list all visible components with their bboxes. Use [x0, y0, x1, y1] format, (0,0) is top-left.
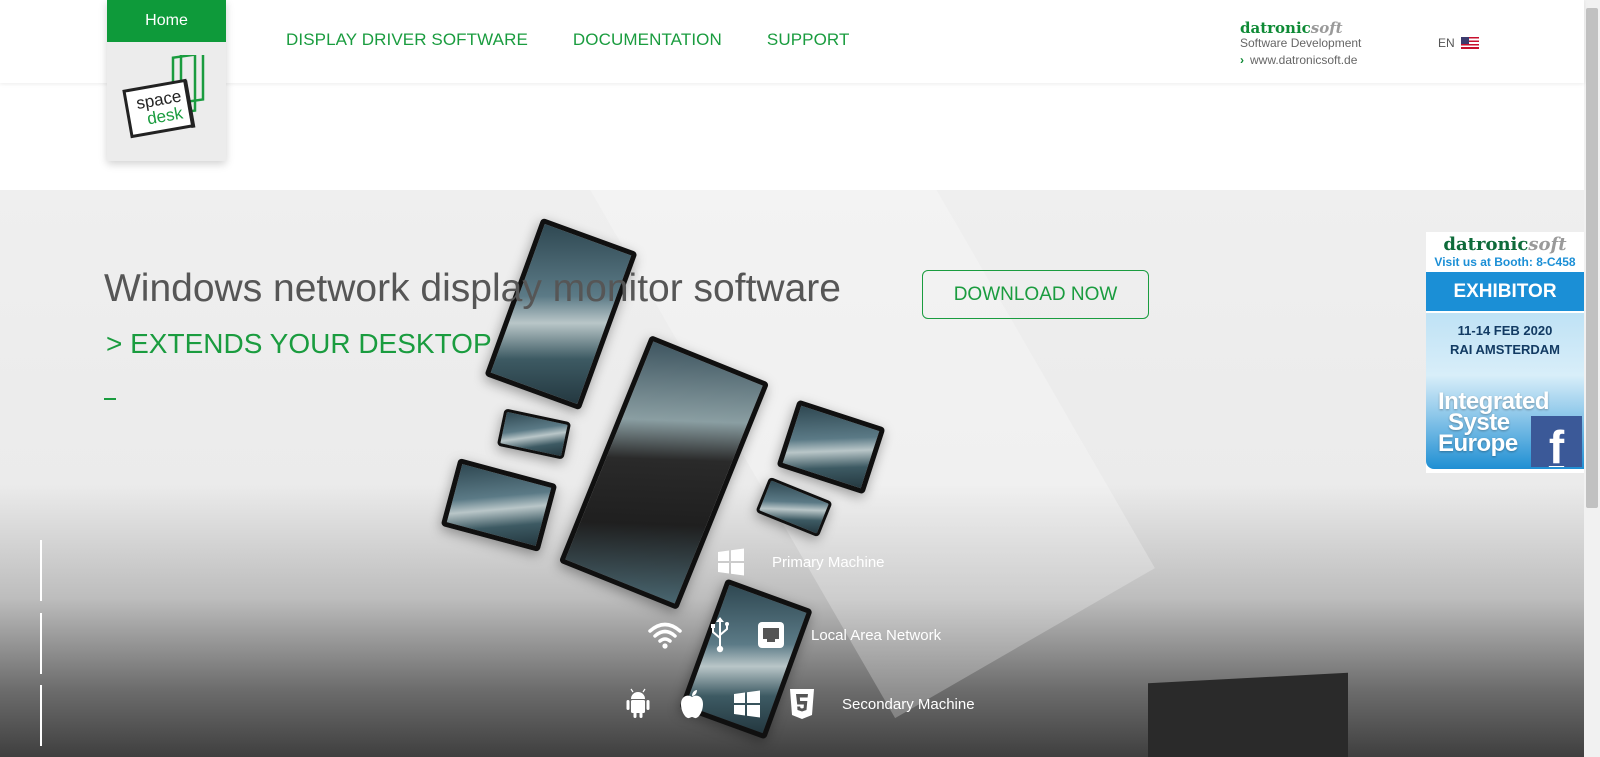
- ad-brand-logo: datronicsoft: [1426, 232, 1584, 255]
- logo-panel: Home space desk: [107, 0, 226, 161]
- slide-indicator-3[interactable]: [40, 685, 42, 746]
- nav-display-driver-software[interactable]: DISPLAY DRIVER SOFTWARE: [286, 30, 528, 50]
- main-nav: DISPLAY DRIVER SOFTWARE DOCUMENTATION SU…: [286, 30, 849, 50]
- wifi-icon: [647, 620, 683, 650]
- spacedesk-logo-icon: space desk: [122, 44, 205, 139]
- primary-machine-label: Primary Machine: [772, 553, 885, 571]
- html5-icon: [788, 688, 816, 720]
- company-block: datronicsoft Software Development › www.d…: [1240, 19, 1362, 69]
- us-flag-icon: [1460, 37, 1479, 49]
- hero-subtitle: > EXTENDS YOUR DESKTOP: [106, 328, 492, 359]
- company-subtitle: Software Development: [1240, 36, 1362, 51]
- windows-icon: [732, 689, 762, 719]
- collage-tablet-top: [484, 217, 638, 411]
- ad-brand-soft: soft: [1528, 234, 1567, 255]
- hero-section: Windows network display monitor software…: [0, 190, 1584, 757]
- ad-dates: 11-14 FEB 2020: [1457, 323, 1553, 338]
- company-logo[interactable]: datronicsoft: [1240, 19, 1361, 37]
- ethernet-icon: [757, 621, 785, 649]
- secondary-machine-row: Secondary Machine: [624, 688, 975, 720]
- windows-icon: [716, 547, 746, 577]
- company-brand-soft: soft: [1310, 19, 1343, 37]
- chevron-right-icon: ›: [1240, 53, 1244, 68]
- hero-dark-object: [1148, 672, 1348, 757]
- company-url: www.datronicsoft.de: [1250, 53, 1358, 68]
- slide-indicator-2[interactable]: [40, 613, 42, 674]
- collage-tablet-left: [440, 457, 558, 553]
- facebook-icon[interactable]: f: [1531, 416, 1582, 467]
- ad-brand-main: datronic: [1443, 234, 1529, 255]
- company-link[interactable]: › www.datronicsoft.de: [1240, 53, 1357, 67]
- spacedesk-logo[interactable]: space desk: [121, 44, 213, 152]
- site-header: DISPLAY DRIVER SOFTWARE DOCUMENTATION SU…: [0, 0, 1584, 83]
- download-now-button[interactable]: DOWNLOAD NOW: [922, 270, 1149, 319]
- apple-icon: [678, 688, 706, 720]
- home-button[interactable]: Home: [107, 0, 226, 42]
- language-selector[interactable]: EN: [1438, 36, 1479, 50]
- hero-cursor-dash: [104, 398, 116, 400]
- company-brand-main: datronic: [1240, 19, 1311, 37]
- nav-support[interactable]: SUPPORT: [767, 30, 850, 50]
- language-label: EN: [1438, 36, 1455, 50]
- ad-exhibitor-banner: EXHIBITOR: [1426, 272, 1584, 311]
- page-scrollbar[interactable]: [1584, 0, 1600, 757]
- ad-booth-text: Visit us at Booth: 8-C458: [1434, 255, 1576, 269]
- local-area-network-label: Local Area Network: [811, 626, 942, 644]
- nav-documentation[interactable]: DOCUMENTATION: [573, 30, 722, 50]
- hero-title: Windows network display monitor software: [104, 267, 841, 310]
- primary-machine-row: Primary Machine: [716, 547, 885, 577]
- android-icon: [624, 688, 652, 720]
- collage-phone-small: [496, 408, 572, 460]
- usb-icon: [709, 616, 731, 654]
- ad-location: RAI AMSTERDAM: [1449, 342, 1560, 357]
- secondary-machine-label: Secondary Machine: [842, 695, 975, 713]
- scrollbar-thumb[interactable]: [1586, 8, 1598, 508]
- slide-indicator-1[interactable]: [40, 540, 42, 601]
- network-row: Local Area Network: [647, 616, 941, 654]
